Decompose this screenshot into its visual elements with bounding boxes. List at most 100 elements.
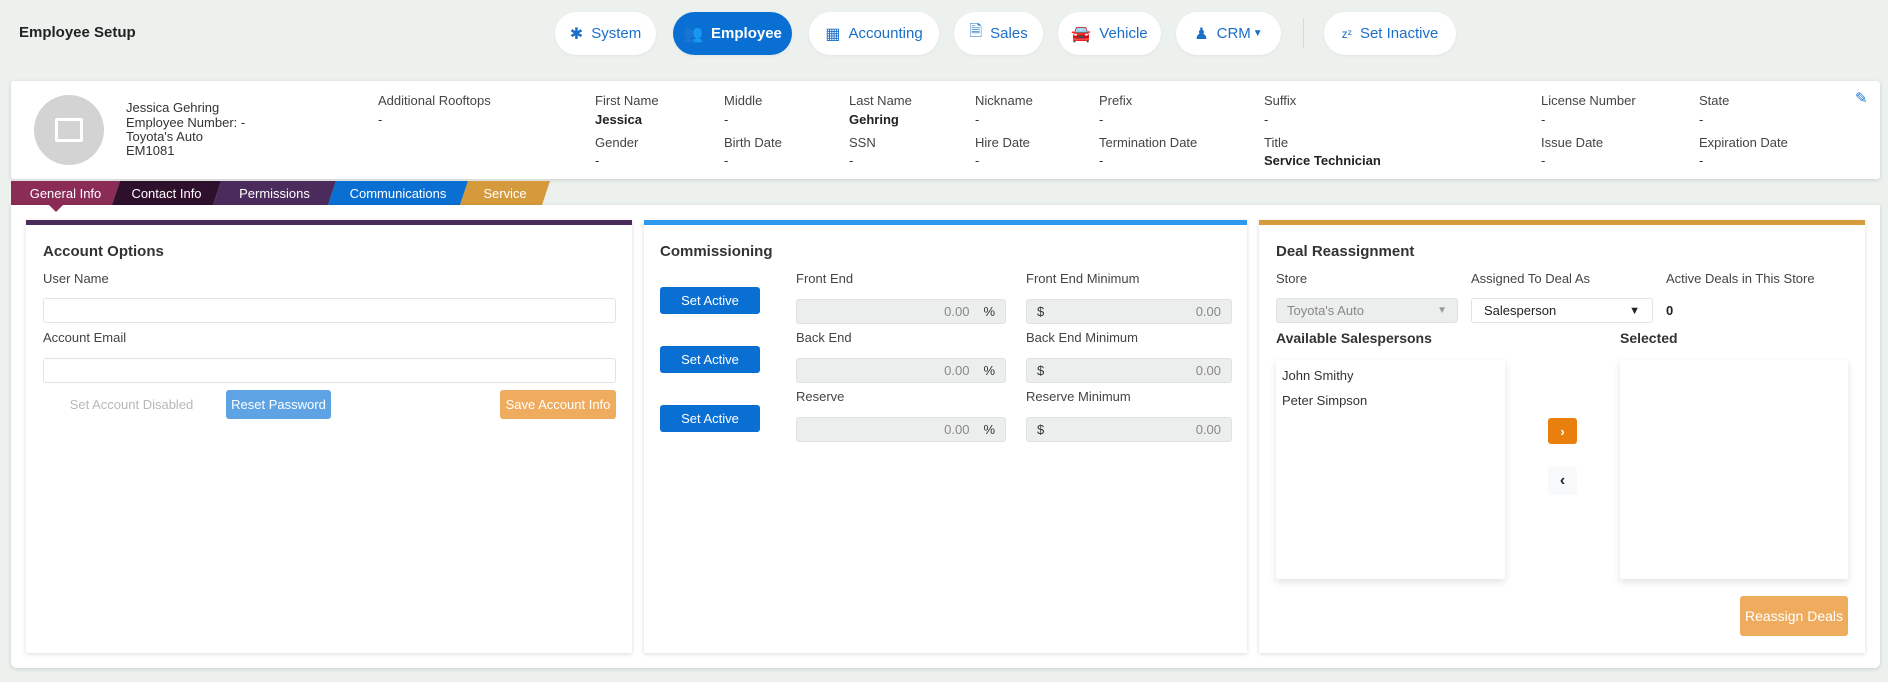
- tab-permissions[interactable]: Permissions: [213, 181, 336, 205]
- commission-min-label: Reserve Minimum: [1026, 389, 1131, 404]
- field-label: Issue Date: [1541, 135, 1604, 150]
- tab-communications[interactable]: Communications: [328, 181, 468, 205]
- field-value: -: [1099, 153, 1104, 168]
- field-value: -: [1541, 112, 1546, 127]
- field-label: Middle: [724, 93, 763, 108]
- set-active-button[interactable]: Set Active: [660, 287, 760, 314]
- nav-label: Vehicle: [1099, 25, 1148, 42]
- chevron-right-icon: ›: [1560, 423, 1565, 439]
- edit-icon[interactable]: ✎: [1855, 89, 1868, 107]
- crm-group-icon: ♟: [1194, 25, 1209, 43]
- dollar-unit: $: [1037, 363, 1045, 378]
- tab-general-info[interactable]: General Info: [11, 181, 120, 205]
- caret-down-icon: ▼: [1629, 304, 1640, 317]
- tab-service[interactable]: Service: [460, 181, 550, 205]
- commission-input[interactable]: 0.00%: [796, 417, 1006, 442]
- move-right-button[interactable]: ›: [1548, 418, 1577, 444]
- commission-min-input[interactable]: $0.00: [1026, 417, 1232, 442]
- account-options-panel: [26, 220, 632, 653]
- tab-label: General Info: [29, 185, 102, 201]
- field-value: -: [975, 112, 980, 127]
- commission-min-input[interactable]: $0.00: [1026, 358, 1232, 383]
- field-label: SSN: [849, 135, 876, 150]
- move-left-button[interactable]: ‹: [1548, 467, 1577, 495]
- field-value: Service Technician: [1264, 153, 1381, 168]
- nav-divider: [1303, 18, 1304, 48]
- available-label: Available Salespersons: [1276, 330, 1432, 346]
- employee-store: Toyota's Auto: [126, 129, 203, 144]
- field-value: -: [724, 153, 729, 168]
- reassign-deals-button[interactable]: Reassign Deals: [1740, 596, 1848, 636]
- commission-input[interactable]: 0.00%: [796, 299, 1006, 324]
- field-value: Gehring: [849, 112, 899, 127]
- field-label: Gender: [595, 135, 639, 150]
- tab-label: Communications: [349, 185, 447, 201]
- user-name-input[interactable]: [43, 298, 616, 323]
- caret-down-icon: ▼: [1252, 28, 1263, 39]
- list-item[interactable]: Peter Simpson: [1282, 393, 1367, 408]
- users-icon: 👥: [683, 25, 704, 43]
- active-deals-label: Active Deals in This Store: [1666, 271, 1815, 286]
- nav-set-inactive[interactable]: zᶻ Set Inactive: [1324, 12, 1456, 55]
- account-email-input[interactable]: [43, 358, 616, 383]
- field-label: Expiration Date: [1699, 135, 1788, 150]
- field-value: -: [1699, 153, 1704, 168]
- commission-min-value: 0.00: [1195, 304, 1221, 319]
- nav-label: Sales: [990, 25, 1028, 42]
- dollar-unit: $: [1037, 304, 1045, 319]
- employee-name: Jessica Gehring: [126, 100, 220, 115]
- store-value: Toyota's Auto: [1287, 303, 1364, 318]
- set-active-button[interactable]: Set Active: [660, 405, 760, 432]
- field-label: License Number: [1541, 93, 1636, 108]
- field-value: -: [1699, 112, 1704, 127]
- nav-vehicle[interactable]: 🚘 Vehicle: [1058, 12, 1161, 55]
- image-placeholder-icon: [55, 118, 83, 142]
- reset-password-button[interactable]: Reset Password: [226, 390, 331, 419]
- set-account-disabled-button[interactable]: Set Account Disabled: [64, 390, 199, 419]
- field-value: Jessica: [595, 112, 642, 127]
- commission-input[interactable]: 0.00%: [796, 358, 1006, 383]
- list-item[interactable]: John Smithy: [1282, 368, 1354, 383]
- tab-label: Permissions: [239, 185, 310, 201]
- set-active-button[interactable]: Set Active: [660, 346, 760, 373]
- active-deals-value: 0: [1666, 303, 1674, 318]
- selected-label: Selected: [1620, 330, 1678, 346]
- save-account-info-button[interactable]: Save Account Info: [500, 390, 616, 419]
- field-value: -: [595, 153, 600, 168]
- assigned-select[interactable]: Salesperson ▼: [1471, 298, 1653, 323]
- field-value: -: [1099, 112, 1104, 127]
- commission-min-input[interactable]: $0.00: [1026, 299, 1232, 324]
- tab-contact-info[interactable]: Contact Info: [112, 181, 221, 205]
- nav-sales[interactable]: 🗎 Sales: [954, 12, 1043, 55]
- nav-employee[interactable]: 👥 Employee: [673, 12, 792, 55]
- deal-heading: Deal Reassignment: [1276, 243, 1415, 260]
- commission-min-label: Back End Minimum: [1026, 330, 1138, 345]
- field-label: Title: [1264, 135, 1289, 150]
- field-value: -: [975, 153, 980, 168]
- available-list[interactable]: John Smithy Peter Simpson: [1276, 360, 1505, 579]
- field-label: Prefix: [1099, 93, 1133, 108]
- store-select[interactable]: Toyota's Auto ▼: [1276, 298, 1458, 323]
- nav-label: Employee: [711, 25, 782, 42]
- chevron-left-icon: ‹: [1559, 472, 1566, 489]
- tab-label: Contact Info: [131, 185, 202, 201]
- sleep-zz-icon: zᶻ: [1341, 26, 1352, 41]
- commission-value: 0.00: [944, 304, 970, 319]
- commission-min-value: 0.00: [1195, 363, 1221, 378]
- field-label: Last Name: [849, 93, 912, 108]
- nav-accounting[interactable]: ▦ Accounting: [809, 12, 939, 55]
- commissioning-heading: Commissioning: [660, 243, 773, 260]
- calculator-icon: ▦: [825, 25, 841, 43]
- nav-system[interactable]: ✱ System: [555, 12, 656, 55]
- nav-crm[interactable]: ♟ CRM ▼: [1176, 12, 1281, 55]
- page-title: Employee Setup: [19, 24, 136, 41]
- field-value: -: [1541, 153, 1546, 168]
- nav-label: Accounting: [848, 25, 923, 42]
- selected-list[interactable]: [1620, 360, 1848, 579]
- commission-min-label: Front End Minimum: [1026, 271, 1140, 286]
- commission-value: 0.00: [944, 422, 970, 437]
- assigned-value: Salesperson: [1484, 303, 1557, 318]
- account-email-label: Account Email: [43, 330, 127, 345]
- field-label: First Name: [595, 93, 659, 108]
- commission-label: Front End: [796, 271, 854, 286]
